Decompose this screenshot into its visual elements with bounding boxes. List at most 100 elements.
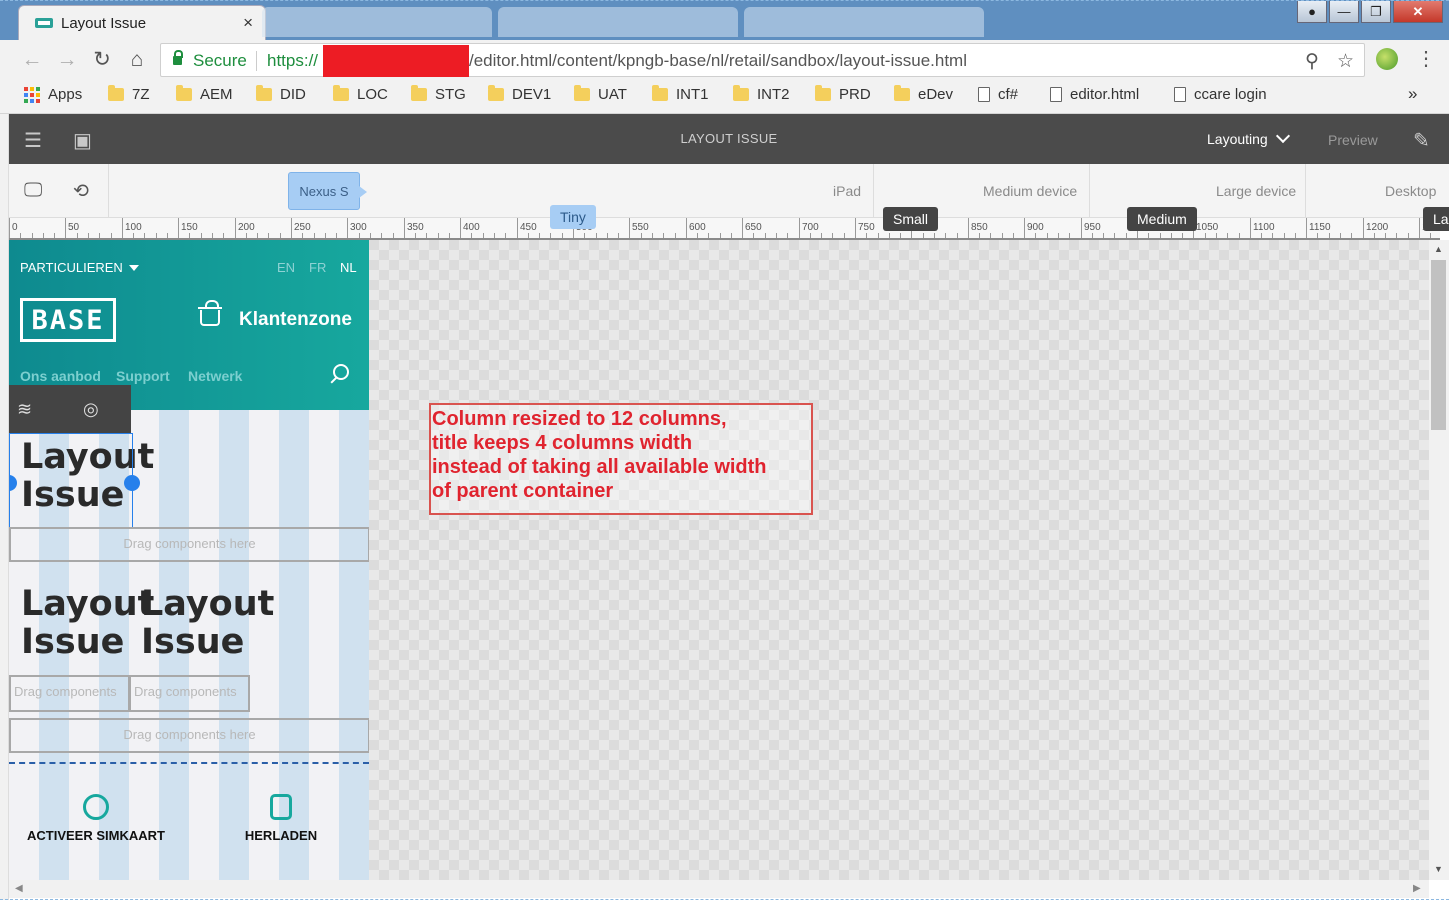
user-icon[interactable]: ●: [1297, 1, 1327, 23]
bookmark-page[interactable]: cf#: [978, 86, 1018, 103]
ruler-tick: [1374, 233, 1375, 238]
segment-selector[interactable]: PARTICULIEREN: [20, 260, 139, 275]
device-ipad[interactable]: iPad: [833, 183, 861, 199]
bookmark-folder[interactable]: LOC: [333, 85, 388, 103]
title-component[interactable]: Layout Issue: [21, 585, 154, 661]
ruler-label: 250: [294, 222, 311, 233]
folder-icon: [333, 85, 349, 101]
background-tab[interactable]: [262, 7, 492, 37]
bookmark-folder[interactable]: PRD: [815, 85, 871, 103]
ruler-tick: [347, 218, 348, 238]
scroll-left-icon[interactable]: ◀: [15, 883, 23, 894]
bookmark-page[interactable]: editor.html: [1050, 86, 1139, 103]
ruler-tick: [866, 233, 867, 238]
mode-selector[interactable]: Layouting: [1207, 128, 1290, 147]
scroll-down-icon[interactable]: ▼: [1434, 864, 1443, 874]
maximize-button[interactable]: ❐: [1361, 1, 1391, 23]
device-nexus-s[interactable]: Nexus S: [288, 172, 367, 210]
close-window-button[interactable]: ✕: [1393, 1, 1443, 23]
ruler-label: 0: [12, 222, 18, 233]
bookmarks-overflow-icon[interactable]: »: [1408, 84, 1417, 104]
search-icon[interactable]: [333, 364, 349, 380]
bookmark-folder[interactable]: eDev: [894, 85, 953, 103]
cta-activate-sim[interactable]: ACTIVEER SIMKAART: [16, 794, 176, 843]
zoom-icon[interactable]: ⚲: [1305, 50, 1319, 73]
cta-top-up[interactable]: HERLADEN: [201, 794, 361, 843]
annotate-icon[interactable]: ✎: [1413, 128, 1430, 153]
address-bar[interactable]: Secure https:// /editor.html/content/kpn…: [160, 43, 1365, 77]
scroll-right-icon[interactable]: ▶: [1413, 883, 1421, 894]
ruler-label: 1150: [1309, 222, 1331, 233]
bookmark-folder[interactable]: INT1: [652, 85, 709, 103]
minimize-button[interactable]: —: [1329, 1, 1359, 23]
browser-menu-icon[interactable]: ⋮: [1416, 46, 1436, 71]
drop-zone[interactable]: Drag components: [9, 675, 130, 712]
editor-canvas: PARTICULIEREN EN FR NL BASE Klantenzone …: [9, 240, 1429, 880]
language-fr[interactable]: FR: [309, 260, 326, 275]
horizontal-scrollbar[interactable]: ◀ ▶: [9, 880, 1429, 898]
back-icon[interactable]: ←: [20, 48, 44, 72]
folder-icon: [733, 85, 749, 101]
bookmark-folder[interactable]: 7Z: [108, 85, 150, 103]
ruler-tick: [9, 218, 10, 238]
ruler-tick: [686, 218, 687, 238]
left-rail: [0, 114, 9, 900]
desktop-icon[interactable]: 🖵: [24, 180, 42, 202]
device-desktop[interactable]: Desktop: [1385, 183, 1436, 199]
drop-zone[interactable]: Drag components here: [9, 718, 369, 753]
bookmark-page[interactable]: ccare login: [1174, 86, 1267, 103]
device-medium[interactable]: Medium device: [983, 183, 1077, 199]
drop-zone[interactable]: Drag components here: [9, 527, 369, 562]
language-nl[interactable]: NL: [340, 260, 357, 275]
hide-component-icon[interactable]: ◎: [83, 399, 99, 420]
nav-network[interactable]: Netwerk: [188, 368, 242, 384]
bookmark-folder[interactable]: INT2: [733, 85, 790, 103]
customer-zone-link[interactable]: Klantenzone: [239, 309, 352, 331]
breakpoint-large[interactable]: La: [1423, 207, 1449, 231]
ruler-tick: [212, 233, 213, 238]
bookmark-star-icon[interactable]: ☆: [1337, 50, 1354, 73]
rotate-device-icon[interactable]: ⟲: [73, 180, 89, 203]
ruler-tick: [336, 233, 337, 238]
device-large[interactable]: Large device: [1216, 183, 1296, 199]
reload-icon[interactable]: ↻: [90, 48, 114, 72]
background-tab[interactable]: [498, 7, 738, 37]
ruler-tick: [1103, 233, 1104, 238]
bookmark-folder[interactable]: DEV1: [488, 85, 551, 103]
ruler-tick: [810, 233, 811, 238]
title-component[interactable]: Layout Issue: [141, 585, 274, 661]
ruler-label: 450: [520, 222, 537, 233]
tab-close-icon[interactable]: ×: [243, 13, 253, 33]
bookmark-folder[interactable]: UAT: [574, 85, 627, 103]
apps-grid-icon: [24, 86, 40, 103]
bookmark-folder[interactable]: AEM: [176, 85, 233, 103]
nav-offer[interactable]: Ons aanbod: [20, 368, 101, 384]
language-en[interactable]: EN: [277, 260, 295, 275]
ruler-label: 100: [125, 222, 142, 233]
bookmark-folder[interactable]: DID: [256, 85, 306, 103]
breakpoint-small[interactable]: Small: [883, 207, 939, 231]
ruler-label: 700: [802, 222, 819, 233]
background-tab[interactable]: [744, 7, 984, 37]
tab-layout-issue[interactable]: Layout Issue ×: [18, 5, 266, 41]
ruler-tick: [359, 233, 360, 238]
ruler-label: 150: [181, 222, 198, 233]
forward-icon[interactable]: →: [55, 48, 79, 72]
home-icon[interactable]: ⌂: [125, 48, 149, 72]
ruler-tick: [370, 233, 371, 238]
scroll-thumb[interactable]: [1431, 260, 1446, 430]
parent-layers-icon[interactable]: ≋: [17, 399, 32, 420]
vertical-scrollbar[interactable]: ▲ ▼: [1429, 240, 1449, 880]
resize-handle-right[interactable]: [124, 475, 140, 491]
scroll-up-icon[interactable]: ▲: [1434, 244, 1443, 254]
preview-button[interactable]: Preview: [1328, 132, 1378, 148]
brand-logo[interactable]: BASE: [20, 298, 116, 342]
drop-zone[interactable]: Drag components: [129, 675, 250, 712]
breakpoint-tiny[interactable]: Tiny: [550, 205, 596, 229]
bookmark-folder[interactable]: STG: [411, 85, 466, 103]
breakpoint-medium[interactable]: Medium: [1127, 207, 1197, 231]
nav-support[interactable]: Support: [116, 368, 170, 384]
chevron-down-icon: [1275, 128, 1290, 144]
extension-icon[interactable]: [1376, 48, 1398, 70]
bookmark-apps[interactable]: Apps: [24, 86, 82, 103]
